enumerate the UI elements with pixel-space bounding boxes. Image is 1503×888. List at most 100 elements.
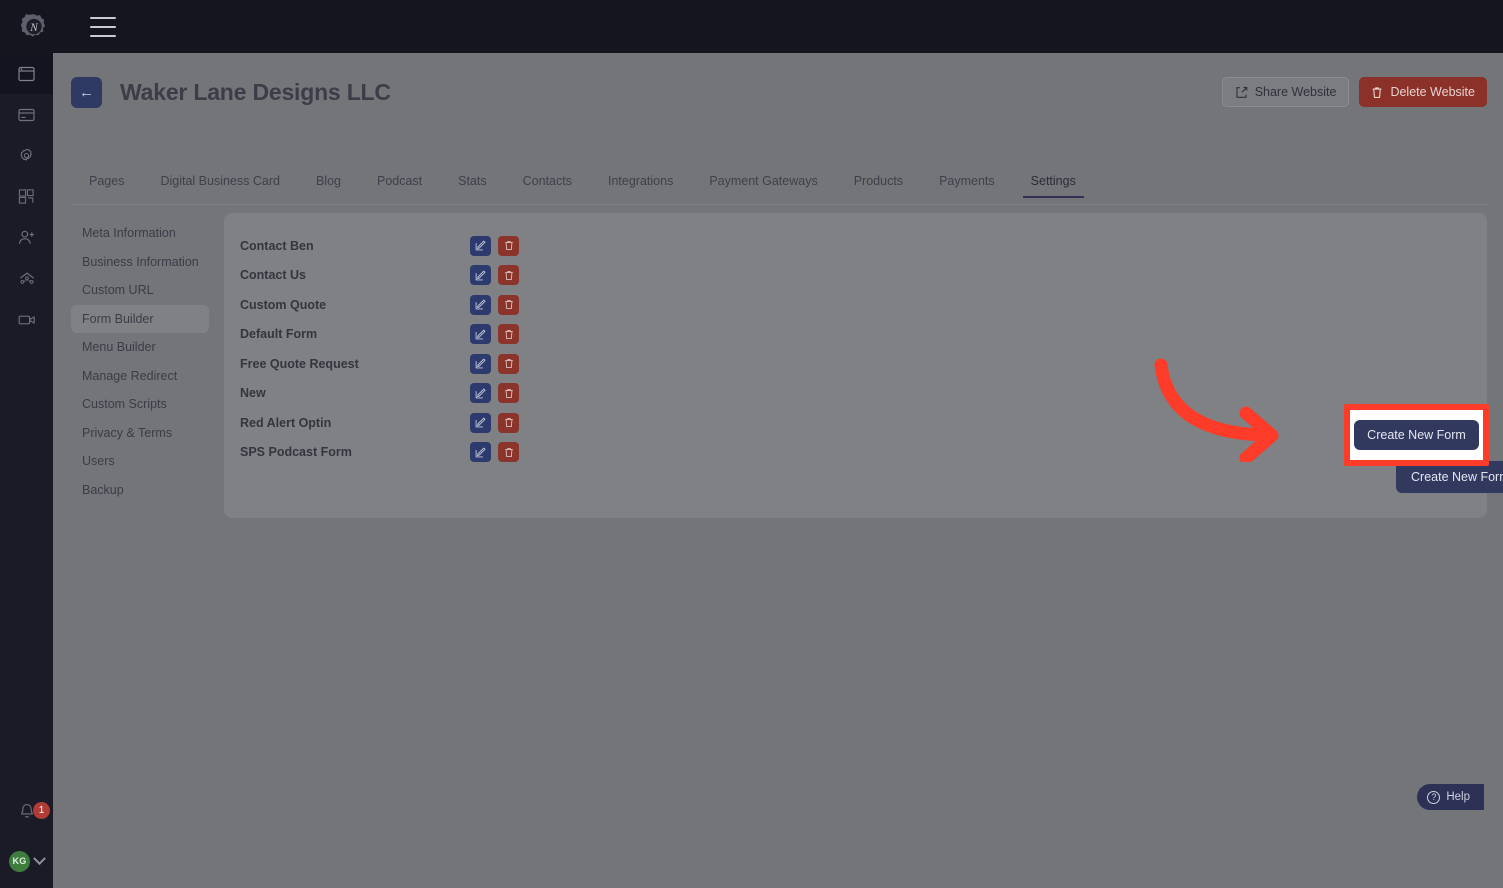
delete-form-button[interactable] — [498, 265, 519, 286]
rail-bottom-section: 1 KG — [0, 788, 53, 888]
pencil-square-icon — [475, 270, 486, 281]
form-row: Free Quote Request — [224, 349, 1487, 379]
left-nav-rail: 1 KG — [0, 53, 53, 888]
rail-item-integrations[interactable] — [0, 176, 53, 217]
form-row: Default Form — [224, 320, 1487, 350]
delete-form-button[interactable] — [498, 353, 519, 374]
form-row-actions — [470, 383, 519, 404]
delete-form-button[interactable] — [498, 383, 519, 404]
trash-icon — [504, 418, 513, 428]
form-row-actions — [470, 412, 519, 433]
hamburger-menu-icon[interactable] — [90, 16, 116, 37]
rail-item-cards[interactable] — [0, 94, 53, 135]
tab-blog[interactable]: Blog — [298, 174, 359, 197]
gear-logo-icon: N — [20, 13, 46, 37]
rail-item-settings[interactable] — [0, 135, 53, 176]
tab-settings[interactable]: Settings — [1013, 174, 1094, 198]
edit-form-button[interactable] — [470, 353, 491, 374]
delete-form-button[interactable] — [498, 442, 519, 463]
delete-website-label: Delete Website — [1390, 85, 1475, 99]
network-icon — [19, 272, 34, 284]
tab-pages[interactable]: Pages — [71, 174, 142, 197]
trash-icon — [1373, 86, 1382, 98]
subnav-item-custom-scripts[interactable]: Custom Scripts — [71, 390, 209, 419]
back-button[interactable]: ← — [71, 76, 102, 108]
tab-stats[interactable]: Stats — [440, 174, 505, 197]
trash-icon — [504, 241, 513, 251]
delete-form-button[interactable] — [498, 324, 519, 345]
edit-form-button[interactable] — [470, 235, 491, 256]
subnav-item-business-information[interactable]: Business Information — [71, 248, 209, 277]
share-icon — [1236, 86, 1247, 98]
form-row-actions — [470, 353, 519, 374]
form-row: Contact Us — [224, 261, 1487, 291]
tab-payment-gateways[interactable]: Payment Gateways — [691, 174, 835, 197]
form-list: Contact Ben Contact Us Custom Quote Default… — [224, 213, 1487, 467]
form-row: SPS Podcast Form — [224, 438, 1487, 468]
tab-products[interactable]: Products — [836, 174, 921, 197]
pencil-square-icon — [475, 329, 486, 340]
edit-form-button[interactable] — [470, 324, 491, 345]
rail-item-team[interactable] — [0, 258, 53, 299]
tab-integrations[interactable]: Integrations — [590, 174, 691, 197]
form-row-actions — [470, 324, 519, 345]
puzzle-icon — [18, 189, 34, 204]
form-row-actions — [470, 442, 519, 463]
settings-subnav: Meta Information Business Information Cu… — [71, 219, 209, 504]
page-header: ← Waker Lane Designs LLC Share Website D… — [71, 68, 1487, 116]
notification-badge: 1 — [33, 802, 50, 819]
share-website-button[interactable]: Share Website — [1221, 77, 1350, 107]
rail-item-add-user[interactable] — [0, 217, 53, 258]
top-bar: N — [0, 0, 1503, 53]
notifications-button[interactable]: 1 — [0, 788, 53, 834]
tab-digital-business-card[interactable]: Digital Business Card — [142, 174, 298, 197]
form-name: Contact Ben — [240, 238, 314, 253]
subnav-item-form-builder[interactable]: Form Builder — [71, 304, 209, 333]
form-name: Contact Us — [240, 268, 306, 283]
subnav-item-custom-url[interactable]: Custom URL — [71, 276, 209, 305]
pencil-square-icon — [475, 447, 486, 458]
form-row-actions — [470, 294, 519, 315]
tab-contacts[interactable]: Contacts — [505, 174, 590, 197]
delete-form-button[interactable] — [498, 294, 519, 315]
back-arrow-icon: ← — [79, 83, 94, 101]
tab-podcast[interactable]: Podcast — [359, 174, 440, 197]
share-website-label: Share Website — [1254, 85, 1337, 99]
rail-item-videos[interactable] — [0, 299, 53, 340]
subnav-item-manage-redirect[interactable]: Manage Redirect — [71, 362, 209, 391]
subnav-item-users[interactable]: Users — [71, 447, 209, 476]
user-menu[interactable]: KG — [0, 834, 53, 888]
pencil-square-icon — [475, 388, 486, 399]
edit-form-button[interactable] — [470, 412, 491, 433]
edit-form-button[interactable] — [470, 265, 491, 286]
delete-form-button[interactable] — [498, 235, 519, 256]
main-canvas: ← Waker Lane Designs LLC Share Website D… — [53, 53, 1503, 888]
pencil-square-icon — [475, 240, 486, 251]
rail-item-websites[interactable] — [0, 53, 53, 94]
subnav-item-meta-information[interactable]: Meta Information — [71, 219, 209, 248]
pencil-square-icon — [475, 299, 486, 310]
trash-icon — [504, 447, 513, 457]
page-title: Waker Lane Designs LLC — [120, 78, 391, 105]
tab-payments[interactable]: Payments — [921, 174, 1013, 197]
edit-form-button[interactable] — [470, 294, 491, 315]
edit-form-button[interactable] — [470, 383, 491, 404]
app-logo[interactable]: N — [0, 0, 68, 53]
subnav-item-privacy-terms[interactable]: Privacy & Terms — [71, 419, 209, 448]
pencil-square-icon — [475, 417, 486, 428]
chevron-down-icon — [33, 851, 46, 865]
edit-form-button[interactable] — [470, 442, 491, 463]
help-label: Help — [1446, 791, 1470, 803]
credit-card-icon — [18, 108, 35, 121]
trash-icon — [504, 359, 513, 369]
form-name: Default Form — [240, 327, 318, 342]
trash-icon — [504, 270, 513, 280]
delete-form-button[interactable] — [498, 412, 519, 433]
create-new-form-button-highlighted[interactable]: Create New Form — [1354, 420, 1479, 450]
subnav-item-backup[interactable]: Backup — [71, 476, 209, 505]
help-button[interactable]: ? Help — [1417, 784, 1484, 810]
subnav-item-menu-builder[interactable]: Menu Builder — [71, 333, 209, 362]
video-camera-icon — [18, 315, 35, 324]
delete-website-button[interactable]: Delete Website — [1359, 77, 1487, 107]
annotation-highlight-box: Create New Form — [1344, 404, 1489, 466]
